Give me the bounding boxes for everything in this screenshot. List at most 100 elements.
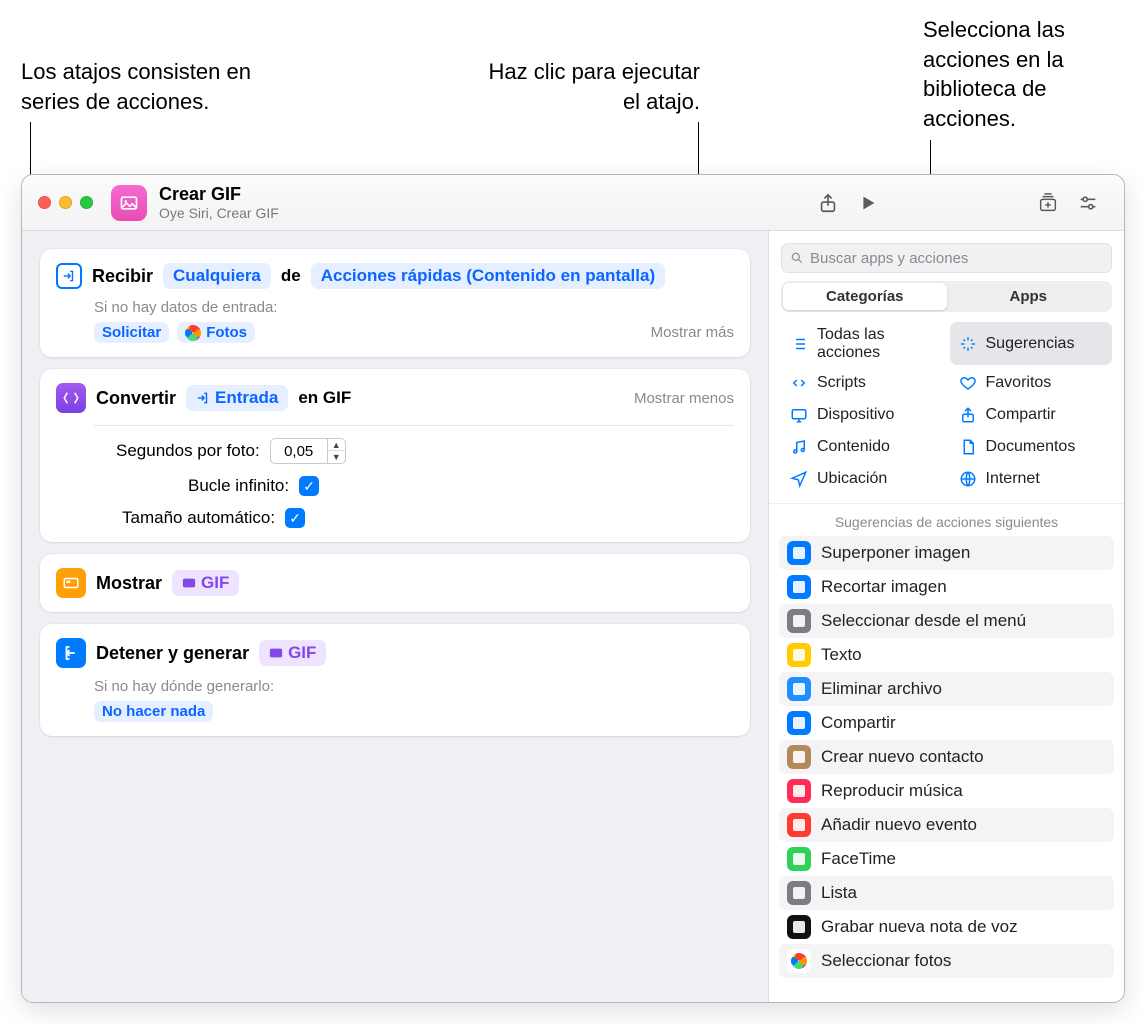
ask-pill[interactable]: Solicitar [94,322,169,343]
suggestion-item[interactable]: Grabar nueva nota de voz [779,910,1114,944]
category-item[interactable]: Internet [950,465,1113,493]
settings-button[interactable] [1068,183,1108,223]
suggestion-item[interactable]: Texto [779,638,1114,672]
suggestion-item[interactable]: FaceTime [779,842,1114,876]
callout-right: Selecciona las acciones en la biblioteca… [923,15,1113,134]
category-label: Documentos [986,438,1076,456]
suggestion-icon [787,745,811,769]
show-more-button[interactable]: Mostrar más [651,324,734,341]
suggestion-icon [787,711,811,735]
heart-icon [958,373,978,393]
no-input-label: Si no hay datos de entrada: [94,299,734,316]
shortcut-title: Crear GIF [159,184,279,205]
suggestion-icon [787,915,811,939]
action-show[interactable]: Mostrar GIF [40,554,750,612]
title-block: Crear GIF Oye Siri, Crear GIF [159,184,279,221]
receive-source-pill[interactable]: Acciones rápidas (Contenido en pantalla) [311,263,665,289]
suggestion-icon [787,575,811,599]
search-placeholder: Buscar apps y acciones [810,250,968,267]
gif-pill[interactable]: GIF [172,570,239,596]
app-icon [793,751,805,763]
gif-pill-2[interactable]: GIF [259,640,326,666]
action-receive[interactable]: Recibir Cualquiera de Acciones rápidas (… [40,249,750,357]
do-nothing-pill[interactable]: No hacer nada [94,701,213,722]
category-item[interactable]: Todas las acciones [781,322,944,365]
callout-center: Haz clic para ejecutar el atajo. [480,57,700,116]
run-button[interactable] [848,183,888,223]
suggestion-item[interactable]: Recortar imagen [779,570,1114,604]
app-icon [793,615,805,627]
category-item[interactable]: Sugerencias [950,322,1113,365]
app-icon [793,649,805,661]
callout-left: Los atajos consisten en series de accion… [21,57,281,116]
suggestion-item[interactable]: Superponer imagen [779,536,1114,570]
suggestion-icon [787,541,811,565]
receive-from-text: de [281,266,301,286]
stepper-down[interactable]: ▼ [328,451,345,463]
library-segmented-control[interactable]: Categorías Apps [781,281,1112,312]
close-window-button[interactable] [38,196,51,209]
photos-pill[interactable]: Fotos [177,322,255,343]
category-item[interactable]: Documentos [950,433,1113,461]
stepper-up[interactable]: ▲ [328,439,345,451]
zoom-window-button[interactable] [80,196,93,209]
app-icon [793,785,805,797]
convert-to-text: en GIF [298,388,351,408]
suggestion-label: Añadir nuevo evento [821,815,977,835]
action-header: Recibir Cualquiera de Acciones rápidas (… [56,263,734,289]
receive-any-pill[interactable]: Cualquiera [163,263,271,289]
suggestion-icon [787,779,811,803]
convert-input-pill[interactable]: Entrada [186,385,288,411]
library-toggle-button[interactable] [1028,183,1068,223]
action-stop[interactable]: Detener y generar GIF Si no hay dónde ge… [40,624,750,736]
category-item[interactable]: Favoritos [950,369,1113,397]
suggestion-item[interactable]: Eliminar archivo [779,672,1114,706]
suggestion-label: Lista [821,883,857,903]
suggestion-icon [787,881,811,905]
category-label: Sugerencias [986,335,1075,353]
seconds-input[interactable] [270,438,328,464]
seg-apps[interactable]: Apps [947,283,1111,310]
category-label: Compartir [986,406,1056,424]
suggestion-label: Compartir [821,713,896,733]
suggestions-header: Sugerencias de acciones siguientes [769,504,1124,536]
action-convert[interactable]: Convertir Entrada en GIF Mostrar menos S… [40,369,750,542]
share-button[interactable] [808,183,848,223]
search-input[interactable]: Buscar apps y acciones [781,243,1112,273]
suggestion-item[interactable]: Lista [779,876,1114,910]
loop-checkbox[interactable]: ✓ [299,476,319,496]
category-item[interactable]: Compartir [950,401,1113,429]
share-icon [958,405,978,425]
autosize-checkbox[interactable]: ✓ [285,508,305,528]
suggestions-list: Superponer imagenRecortar imagenSeleccio… [769,536,1124,1002]
suggestion-label: FaceTime [821,849,896,869]
suggestion-icon [787,643,811,667]
suggestion-item[interactable]: Compartir [779,706,1114,740]
suggestion-item[interactable]: Añadir nuevo evento [779,808,1114,842]
show-icon [56,568,86,598]
photos-icon [791,953,807,969]
app-icon [793,547,805,559]
suggestion-icon [787,609,811,633]
seconds-stepper[interactable]: ▲▼ [270,438,346,464]
sparkle-icon [958,334,978,354]
suggestion-item[interactable]: Reproducir música [779,774,1114,808]
media-icon [789,437,809,457]
loop-label: Bucle infinito: [188,476,289,496]
input-icon [56,263,82,289]
category-item[interactable]: Dispositivo [781,401,944,429]
category-label: Scripts [817,374,866,392]
category-item[interactable]: Scripts [781,369,944,397]
suggestion-item[interactable]: Seleccionar fotos [779,944,1114,978]
window-controls [38,196,93,209]
suggestion-item[interactable]: Seleccionar desde el menú [779,604,1114,638]
category-item[interactable]: Contenido [781,433,944,461]
show-less-button[interactable]: Mostrar menos [634,390,734,407]
suggestion-icon [787,677,811,701]
category-item[interactable]: Ubicación [781,465,944,493]
list-icon [789,334,809,354]
workflow-canvas[interactable]: Recibir Cualquiera de Acciones rápidas (… [22,231,769,1002]
seg-categories[interactable]: Categorías [783,283,947,310]
suggestion-item[interactable]: Crear nuevo contacto [779,740,1114,774]
minimize-window-button[interactable] [59,196,72,209]
